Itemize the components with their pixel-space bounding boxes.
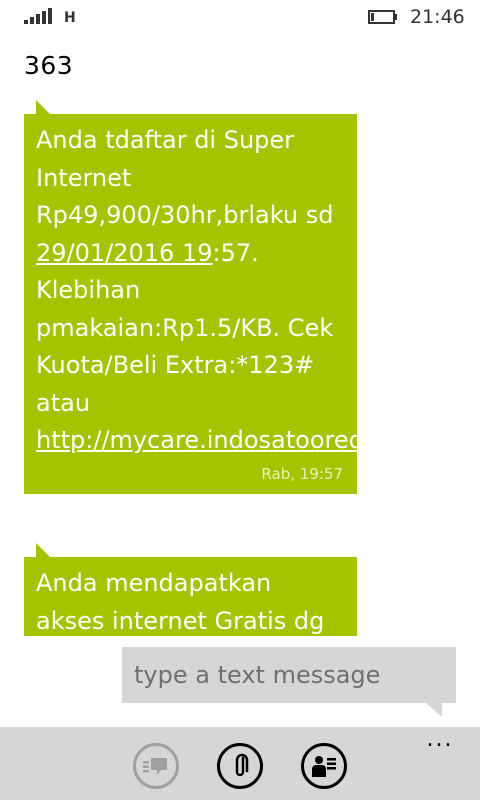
message-text: Anda tdaftar di Super Internet Rp49,900/… xyxy=(36,126,452,454)
app-bar: ... xyxy=(0,727,480,800)
status-bar: H 21:46 xyxy=(0,0,480,36)
message-bubble-tail xyxy=(36,543,50,557)
attach-icon xyxy=(235,753,249,777)
status-clock: 21:46 xyxy=(410,6,465,28)
send-button[interactable] xyxy=(133,743,179,789)
message-input[interactable] xyxy=(122,647,456,703)
compose-tail xyxy=(426,703,442,717)
contact-card-icon xyxy=(312,756,336,777)
url-link[interactable]: http://mycare.indosatooredoo.com xyxy=(36,426,452,454)
message-text: Anda mendapatkan akses internet Gratis d… xyxy=(36,569,325,635)
message-bubble[interactable]: Anda tdaftar di Super Internet Rp49,900/… xyxy=(24,114,452,494)
thread-title: 363 xyxy=(24,51,74,80)
network-type-indicator: H xyxy=(64,10,76,26)
attach-button[interactable] xyxy=(217,743,263,789)
message-bubble-tail xyxy=(36,100,50,114)
message-timestamp: Rab, 19:57 xyxy=(261,464,343,483)
message-bubble[interactable]: Anda mendapatkan akses internet Gratis d… xyxy=(24,557,357,636)
contact-card-button[interactable] xyxy=(301,743,347,789)
datetime-link[interactable]: 29/01/2016 19 xyxy=(36,239,213,267)
battery-icon xyxy=(368,10,397,24)
send-icon xyxy=(143,758,167,775)
conversation-list[interactable]: Anda tdaftar di Super Internet Rp49,900/… xyxy=(0,90,480,636)
more-options-button[interactable]: ... xyxy=(420,729,460,755)
signal-bars-icon xyxy=(24,8,52,24)
compose-box[interactable] xyxy=(122,647,456,703)
